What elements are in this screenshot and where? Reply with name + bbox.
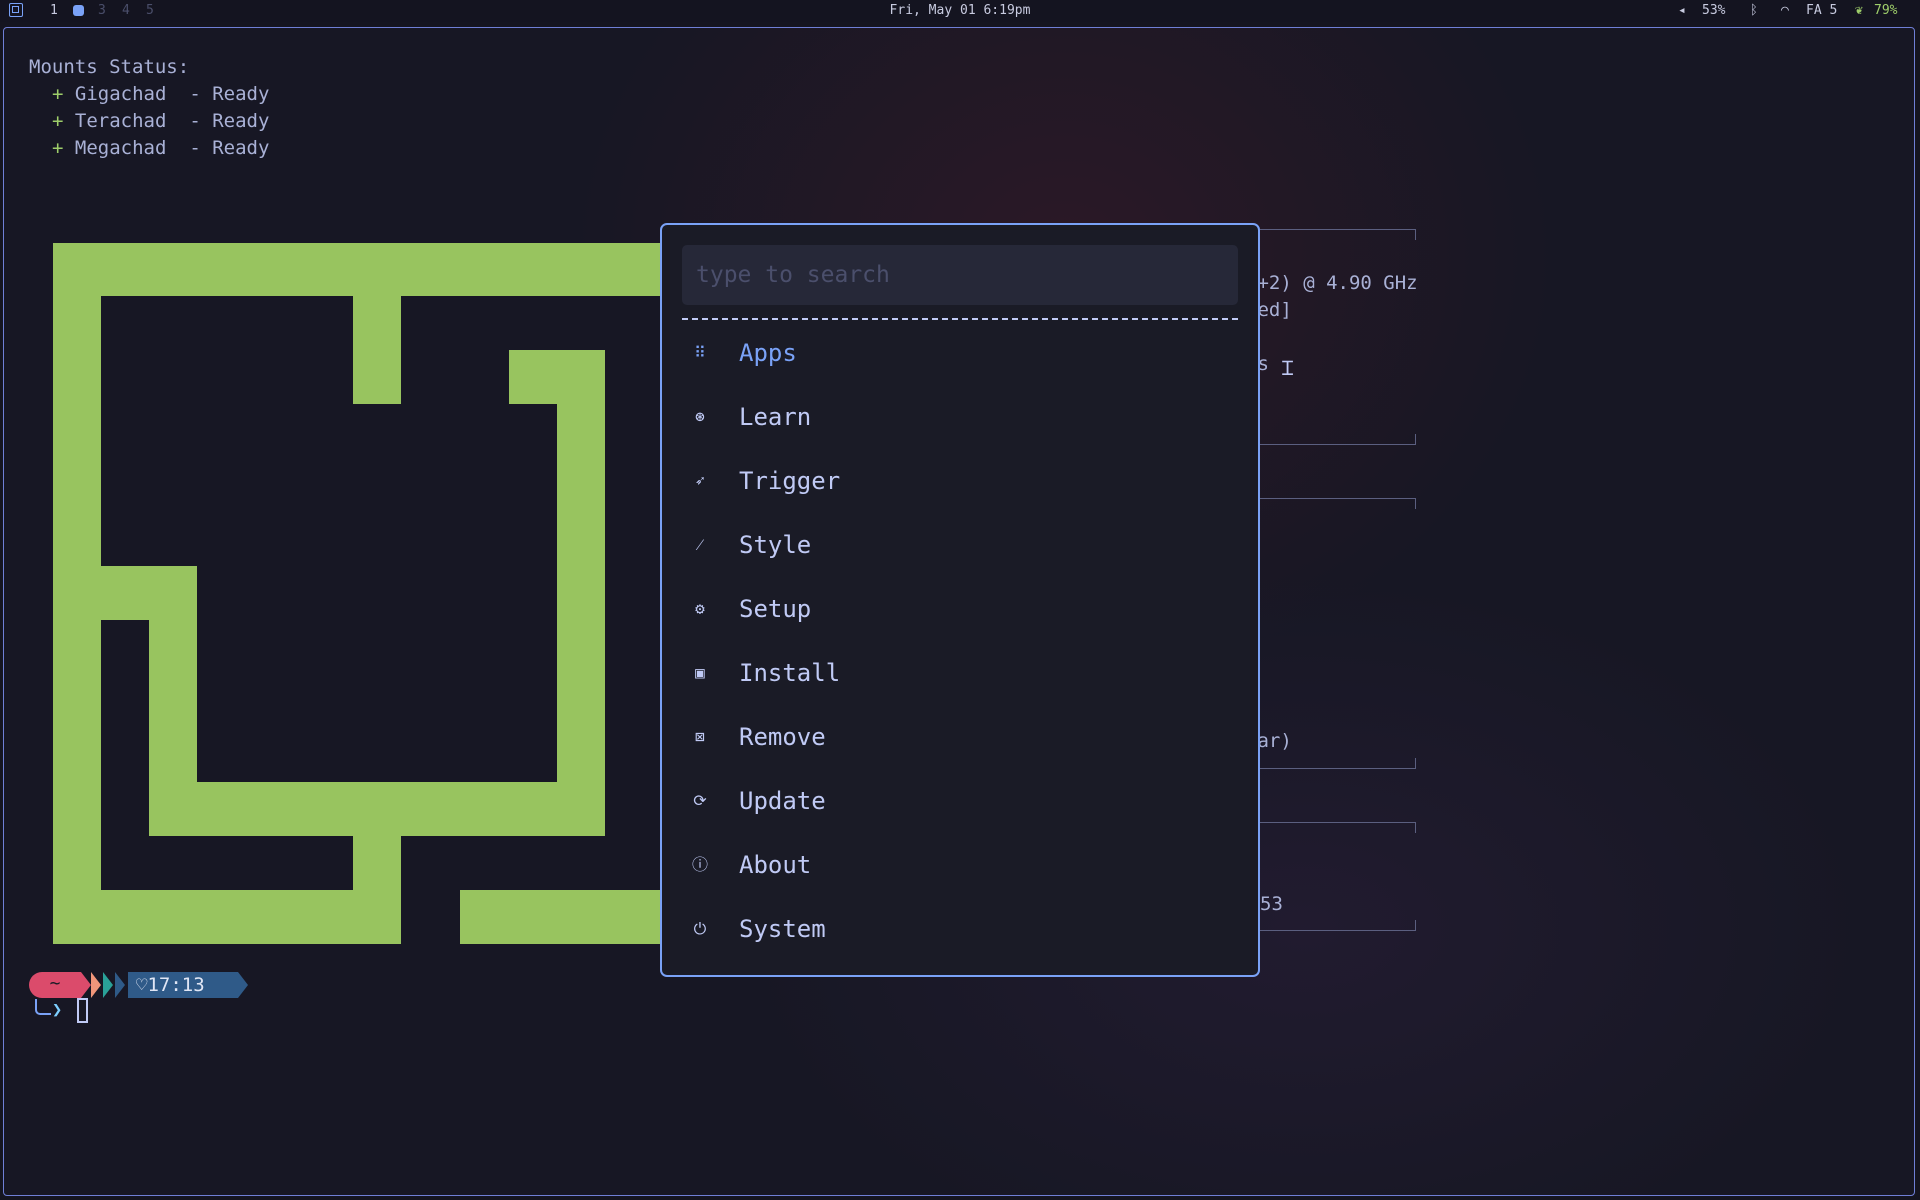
wifi-icon[interactable]: ◠ (1781, 3, 1789, 18)
package-remove-icon: ⊠ (695, 727, 705, 746)
menu-item-setup[interactable]: ⚙ Setup (682, 585, 1238, 635)
power-icon: ⏻ (693, 919, 707, 938)
menu-item-label: Learn (739, 403, 812, 431)
volume-level[interactable]: 53% (1702, 3, 1725, 18)
menu-item-label: Trigger (739, 467, 841, 495)
brain-icon: ⊛ (695, 407, 705, 426)
menu-item-trigger[interactable]: ➶ Trigger (682, 457, 1238, 507)
info-box-border (1260, 434, 1416, 445)
launcher-menu: ⠿ Apps ⊛ Learn ➶ Trigger ⁄ Style ⚙ Setup… (660, 223, 1260, 977)
menu-item-about[interactable]: ⓘ About (682, 841, 1238, 891)
prompt-directory: ~ (29, 972, 81, 998)
info-box-border (1260, 498, 1416, 509)
mount-name: Terachad (74, 110, 178, 132)
mount-name: Gigachad (74, 83, 178, 105)
menu-item-label: About (739, 851, 812, 879)
magic-wand-icon: ⁄ (698, 535, 702, 554)
menu-item-learn[interactable]: ⊛ Learn (682, 393, 1238, 443)
menu-item-remove[interactable]: ⊠ Remove (682, 713, 1238, 763)
menu-item-apps[interactable]: ⠿ Apps (682, 329, 1238, 379)
refresh-icon: ⟳ (693, 791, 707, 810)
top-bar: 1 3 4 5 Fri, May 01 6:19pm ◂ 53% ᛒ ◠ FA … (0, 0, 1920, 22)
search-input[interactable] (682, 245, 1238, 305)
divider (682, 318, 1238, 320)
menu-item-style[interactable]: ⁄ Style (682, 521, 1238, 571)
floppy-disk-icon: ▣ (695, 663, 705, 682)
info-fragment: 53 (1260, 893, 1283, 915)
menu-item-label: Remove (739, 723, 826, 751)
menu-item-label: Install (739, 659, 841, 687)
prompt-separator (91, 972, 101, 998)
menu-item-label: Setup (739, 595, 812, 623)
prompt-separator (103, 972, 113, 998)
menu-item-update[interactable]: ⟳ Update (682, 777, 1238, 827)
prompt-time: ♡17:13 (128, 972, 238, 998)
prompt-separator (81, 972, 91, 998)
mount-bullet: + (52, 110, 64, 132)
info-icon: ⓘ (691, 855, 708, 874)
mounts-title: Mounts Status: (29, 56, 190, 78)
mount-row: + Megachad - Ready (52, 137, 269, 159)
mount-status: - Ready (189, 110, 270, 132)
menu-item-label: System (739, 915, 826, 943)
mount-name: Megachad (74, 137, 178, 159)
info-box-border (1260, 758, 1416, 769)
mount-status: - Ready (189, 137, 270, 159)
mount-row: + Terachad - Ready (52, 110, 269, 132)
menu-item-label: Style (739, 531, 812, 559)
prompt-separator (115, 972, 125, 998)
rocket-icon: ➶ (695, 471, 705, 490)
mount-bullet: + (52, 137, 64, 159)
clock[interactable]: Fri, May 01 6:19pm (0, 3, 1920, 18)
terminal-cursor (77, 998, 88, 1023)
info-box-border (1260, 822, 1416, 833)
menu-item-label: Apps (739, 339, 797, 367)
menu-item-system[interactable]: ⏻ System (682, 905, 1238, 955)
cpu-info-fragment: 3+2) @ 4.90 GHz (1246, 272, 1418, 294)
prompt-arrow: ❯ (52, 1000, 63, 1020)
grid-icon: ⠿ (694, 343, 706, 362)
info-box-border (1260, 229, 1416, 240)
prompt-hook (35, 999, 51, 1015)
menu-item-label: Update (739, 787, 826, 815)
mount-bullet: + (52, 83, 64, 105)
text-cursor-icon: Ɪ (1282, 356, 1294, 380)
speaker-icon[interactable]: ◂ (1678, 3, 1686, 18)
network-name[interactable]: FA 5 (1806, 3, 1837, 18)
bluetooth-icon[interactable]: ᛒ (1750, 3, 1758, 18)
mount-row: + Gigachad - Ready (52, 83, 269, 105)
menu-item-install[interactable]: ▣ Install (682, 649, 1238, 699)
prompt-separator (238, 972, 248, 998)
gear-icon: ⚙ (695, 599, 705, 618)
leaf-battery-icon: ❦ (1855, 3, 1863, 18)
info-box-border (1260, 920, 1416, 931)
mount-status: - Ready (189, 83, 270, 105)
battery-level[interactable]: 79% (1874, 3, 1897, 18)
